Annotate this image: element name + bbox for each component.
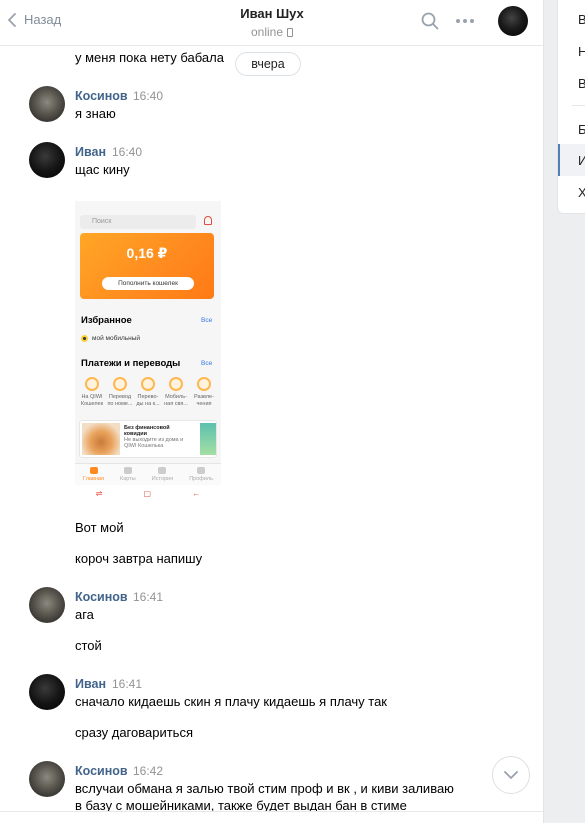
recent-apps-icon: ⇌ xyxy=(95,488,103,498)
sidebar-item[interactable]: В xyxy=(578,76,585,91)
message-time: 16:41 xyxy=(112,677,143,691)
message-text: короч завтра напишу xyxy=(75,551,203,566)
message-text: щас кину xyxy=(75,162,130,177)
chat-status: online xyxy=(0,25,543,39)
payment-icon: Развле-чения xyxy=(191,377,217,408)
avatar[interactable] xyxy=(29,761,65,797)
payments-all-link: Все xyxy=(201,360,213,367)
date-divider: вчера xyxy=(235,52,301,76)
composer-bar[interactable] xyxy=(0,811,543,823)
sidebar-item[interactable]: Х xyxy=(578,185,585,200)
chat-panel: Назад Иван Шух online вчера у меня пока … xyxy=(0,0,544,823)
banner-ad xyxy=(200,423,216,455)
message-author[interactable]: Косинов xyxy=(75,764,128,778)
payments-title: Платежи и переводы xyxy=(81,358,181,369)
message-time: 16:42 xyxy=(133,764,164,778)
tab-history: История xyxy=(152,464,173,485)
attachment-tabbar: Главная Карты История Профиль xyxy=(75,463,221,485)
message-text: я знаю xyxy=(75,106,116,121)
favorite-item: мой мобильный xyxy=(81,335,140,342)
mobile-icon xyxy=(169,377,183,391)
attachment-search: Поиск xyxy=(80,215,196,229)
message-time: 16:40 xyxy=(112,145,143,159)
sidebar-item[interactable]: Н xyxy=(578,44,585,59)
favorites-title: Избранное xyxy=(81,315,132,326)
tab-main: Главная xyxy=(83,464,104,485)
message-text: сначало кидаешь скин я плачу кидаешь я п… xyxy=(75,694,387,709)
chevron-down-icon xyxy=(504,771,518,779)
cards-icon xyxy=(123,467,132,474)
card-icon xyxy=(141,377,155,391)
favorites-all-link: Все xyxy=(201,317,213,324)
beeline-icon xyxy=(81,335,88,342)
dot-icon xyxy=(456,19,460,23)
payment-icon: Перево-ды на к... xyxy=(135,377,161,408)
banner-text: Без финансовой ковидии Не выходите из дом… xyxy=(124,425,184,449)
trophy-icon xyxy=(197,377,211,391)
balance-value: 0,16 ₽ xyxy=(126,245,168,261)
promo-banner: Без финансовой ковидии Не выходите из дом… xyxy=(79,420,217,458)
balance-card: 0,16 ₽ Пополнить кошелек xyxy=(80,233,214,299)
avatar[interactable] xyxy=(29,674,65,710)
tab-cards: Карты xyxy=(120,464,136,485)
search-button[interactable] xyxy=(421,12,439,33)
topup-button: Пополнить кошелек xyxy=(102,277,194,290)
message-author[interactable]: Иван xyxy=(75,677,106,691)
back-arrow-icon: ← xyxy=(192,488,201,498)
avatar[interactable] xyxy=(29,142,65,178)
message-author[interactable]: Иван xyxy=(75,145,106,159)
message-text: стой xyxy=(75,638,102,653)
message-author[interactable]: Косинов xyxy=(75,590,128,604)
right-sidebar: В Н В Б И Х xyxy=(557,0,585,214)
message-text: Вот мой xyxy=(75,520,124,535)
dot-icon xyxy=(463,19,467,23)
phone-transfer-icon xyxy=(113,377,127,391)
message-text: вслучаи обмана я залью твой стим проф и … xyxy=(75,781,454,796)
message-author[interactable]: Косинов xyxy=(75,89,128,103)
avatar[interactable] xyxy=(29,86,65,122)
payment-icons: На QIWI Кошелек Перевод по номе... Перево-… xyxy=(79,377,217,408)
qiwi-icon xyxy=(85,377,99,391)
message-text: у меня пока нету бабала xyxy=(75,50,224,65)
avatar[interactable] xyxy=(29,587,65,623)
dot-icon xyxy=(470,19,474,23)
message-text: ага xyxy=(75,607,94,622)
payment-icon: На QIWI Кошелек xyxy=(79,377,105,408)
scroll-down-button[interactable] xyxy=(492,756,530,794)
profile-icon xyxy=(197,467,206,474)
payment-icon: Мобиль-ная свя... xyxy=(163,377,189,408)
more-actions-button[interactable] xyxy=(456,19,474,23)
message-time: 16:41 xyxy=(133,590,164,604)
payment-icon: Перевод по номе... xyxy=(107,377,133,408)
home-square-icon: ▢ xyxy=(143,488,152,498)
sidebar-item-active[interactable]: И xyxy=(578,153,585,168)
message-time: 16:40 xyxy=(133,89,164,103)
sidebar-item[interactable]: В xyxy=(578,12,585,27)
mobile-icon xyxy=(287,28,294,37)
image-attachment[interactable]: Поиск 0,16 ₽ Пополнить кошелек Избранное… xyxy=(75,201,221,501)
header-avatar[interactable] xyxy=(498,6,528,36)
history-icon xyxy=(158,467,167,474)
search-icon xyxy=(421,12,439,30)
chat-header: Назад Иван Шух online xyxy=(0,0,543,46)
tab-profile: Профиль xyxy=(189,464,213,485)
bell-icon xyxy=(204,216,212,225)
message-text: сразу даговариться xyxy=(75,725,193,740)
sidebar-item[interactable]: Б xyxy=(578,122,585,137)
sidebar-divider xyxy=(572,105,585,106)
home-icon xyxy=(89,467,98,474)
android-navbar: ⇌ ▢ ← xyxy=(75,485,221,501)
banner-illustration xyxy=(82,423,120,455)
